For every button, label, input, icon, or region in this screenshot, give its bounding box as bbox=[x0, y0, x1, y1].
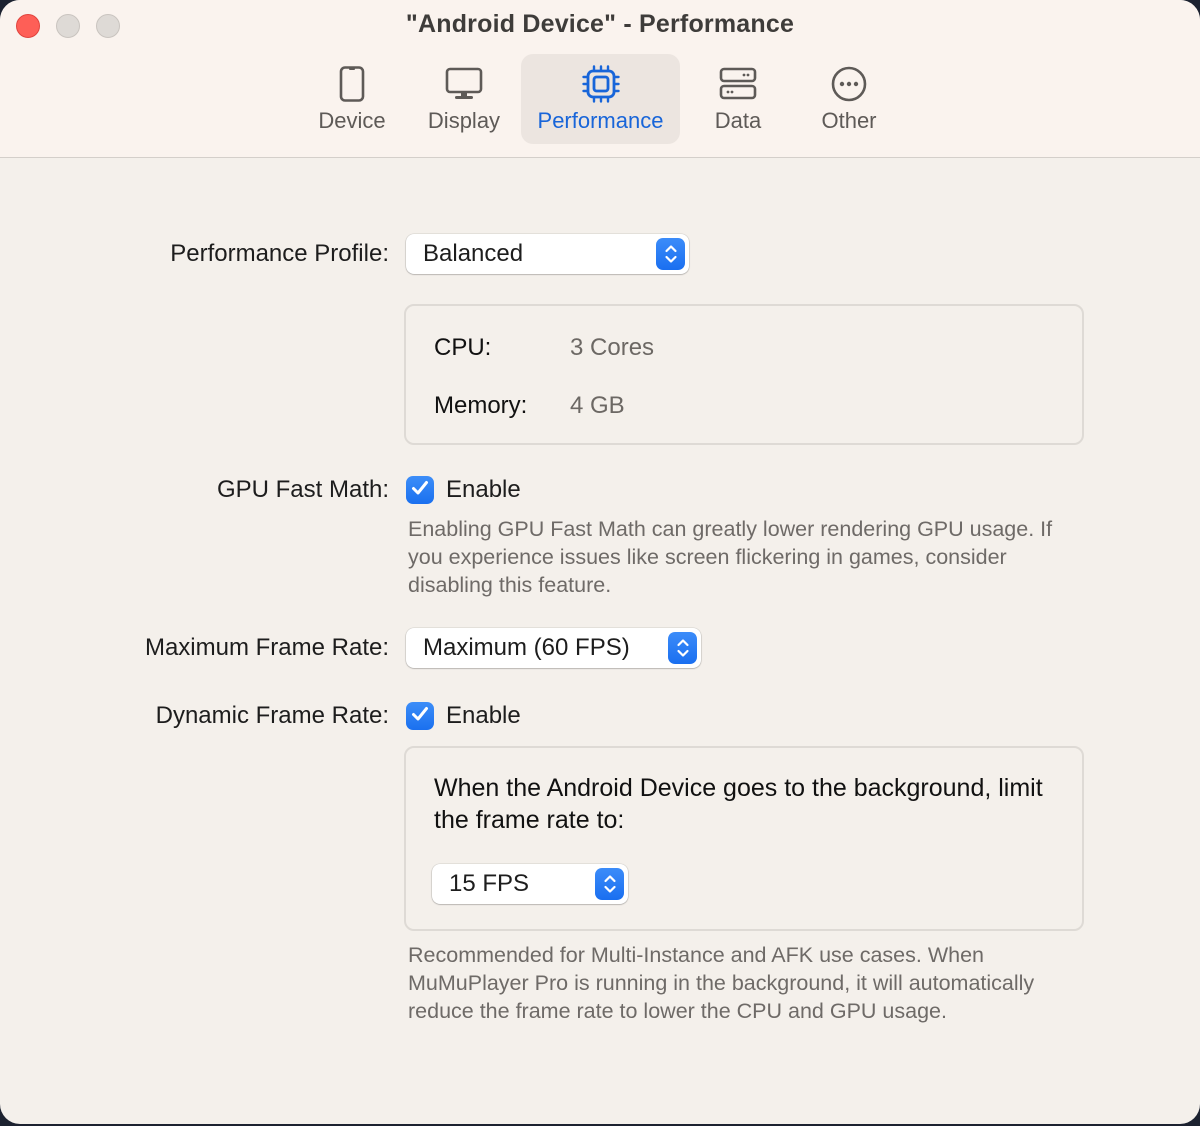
title-bar: "Android Device" - Performance Device Di… bbox=[0, 0, 1200, 158]
tab-label: Performance bbox=[537, 108, 664, 133]
gpu-fast-math-label: GPU Fast Math: bbox=[216, 476, 389, 503]
cpu-label: CPU: bbox=[434, 334, 492, 361]
window-title: "Android Device" - Performance bbox=[405, 10, 795, 38]
memory-label: Memory: bbox=[434, 392, 528, 419]
tab-label: Data bbox=[714, 108, 762, 133]
background-fps-popup[interactable]: 15 FPS bbox=[432, 864, 628, 904]
memory-value: 4 GB bbox=[570, 392, 625, 419]
background-fps-value: 15 FPS bbox=[449, 870, 530, 897]
performance-profile-label: Performance Profile: bbox=[170, 240, 389, 267]
dynamic-frame-rate-enable-label[interactable]: Enable bbox=[446, 702, 521, 730]
tab-label: Other bbox=[821, 108, 877, 133]
tab-performance[interactable]: Performance bbox=[521, 54, 680, 144]
server-storage-icon bbox=[718, 64, 758, 104]
background-limit-text: When the Android Device goes to the back… bbox=[434, 774, 1043, 834]
dynamic-frame-rate-help: Recommended for Multi-Instance and AFK u… bbox=[408, 943, 1035, 1023]
max-frame-rate-label: Maximum Frame Rate: bbox=[144, 634, 389, 661]
tab-label: Display bbox=[427, 108, 501, 133]
cpu-chip-icon bbox=[581, 64, 621, 104]
tab-data[interactable]: Data bbox=[688, 54, 788, 144]
max-frame-rate-value: Maximum (60 FPS) bbox=[423, 634, 630, 661]
background-fps-box: When the Android Device goes to the back… bbox=[404, 746, 1084, 931]
cpu-value: 3 Cores bbox=[570, 334, 655, 361]
monitor-icon bbox=[444, 64, 484, 104]
gpu-fast-math-checkbox[interactable] bbox=[406, 476, 434, 504]
profile-details-box: CPU: 3 Cores Memory: 4 GB bbox=[404, 304, 1084, 445]
max-frame-rate-popup[interactable]: Maximum (60 FPS) bbox=[406, 628, 701, 668]
gpu-fast-math-enable-label[interactable]: Enable bbox=[446, 476, 521, 504]
tab-display[interactable]: Display bbox=[414, 54, 514, 144]
ellipsis-circle-icon bbox=[829, 64, 869, 104]
chevron-up-down-icon bbox=[656, 238, 685, 270]
tab-other[interactable]: Other bbox=[799, 54, 899, 144]
performance-profile-popup[interactable]: Balanced bbox=[406, 234, 689, 274]
tab-device[interactable]: Device bbox=[302, 54, 402, 144]
gpu-fast-math-help: Enabling GPU Fast Math can greatly lower… bbox=[408, 517, 1053, 597]
tab-label: Device bbox=[318, 108, 386, 133]
chevron-up-down-icon bbox=[668, 632, 697, 664]
phone-icon bbox=[332, 64, 372, 104]
chevron-up-down-icon bbox=[595, 868, 624, 900]
performance-profile-value: Balanced bbox=[423, 240, 524, 267]
preferences-window: "Android Device" - Performance Device Di… bbox=[0, 0, 1200, 1124]
dynamic-frame-rate-label: Dynamic Frame Rate: bbox=[155, 702, 389, 729]
checkmark-icon bbox=[411, 480, 429, 501]
checkmark-icon bbox=[411, 706, 429, 727]
dynamic-frame-rate-checkbox[interactable] bbox=[406, 702, 434, 730]
preferences-toolbar: Device Display Performance Data Other bbox=[0, 54, 1200, 144]
